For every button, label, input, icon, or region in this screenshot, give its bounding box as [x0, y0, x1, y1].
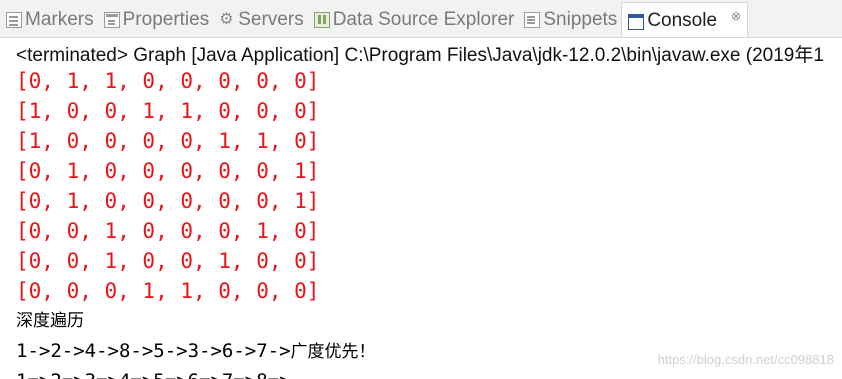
tab-console-label: Console — [647, 10, 718, 31]
tab-markers[interactable]: Markers — [0, 2, 98, 37]
tab-console[interactable]: Console ⊗ — [621, 2, 749, 37]
markers-icon — [6, 12, 22, 28]
matrix-row: [0, 0, 0, 1, 1, 0, 0, 0] — [16, 279, 320, 303]
view-tab-bar: Markers Properties Servers Data Source E… — [0, 0, 842, 38]
console-output[interactable]: [0, 1, 1, 0, 0, 0, 0, 0] [1, 0, 0, 1, 1,… — [16, 66, 836, 379]
dfs-heading: 深度遍历 — [16, 311, 84, 331]
matrix-row: [1, 0, 0, 1, 1, 0, 0, 0] — [16, 99, 320, 123]
close-icon[interactable]: ⊗ — [731, 9, 741, 23]
tab-snippets[interactable]: Snippets — [518, 2, 621, 37]
watermark: https://blog.csdn.net/cc098818 — [657, 352, 834, 367]
data-source-explorer-icon — [313, 12, 330, 28]
tab-data-source-explorer-label: Data Source Explorer — [332, 9, 515, 30]
console-icon — [628, 14, 645, 30]
console-status-line: <terminated> Graph [Java Application] C:… — [16, 45, 824, 66]
bfs-path: 1=>2=>3=>4=>5=>6=>7=>8=> — [16, 366, 836, 379]
matrix-row: [0, 1, 0, 0, 0, 0, 0, 1] — [16, 189, 320, 213]
tab-snippets-label: Snippets — [543, 9, 618, 30]
matrix-row: [0, 0, 1, 0, 0, 1, 0, 0] — [16, 249, 320, 273]
servers-icon — [219, 9, 235, 29]
tab-servers-label: Servers — [238, 9, 304, 30]
properties-icon — [103, 12, 120, 28]
dfs-path: 1->2->4->8->5->3->6->7-> — [16, 340, 291, 362]
tab-properties-label: Properties — [122, 9, 210, 30]
tab-servers[interactable]: Servers — [213, 2, 307, 37]
matrix-row: [0, 0, 1, 0, 0, 0, 1, 0] — [16, 219, 320, 243]
tab-markers-label: Markers — [25, 9, 94, 30]
snippets-icon — [524, 12, 541, 28]
matrix-row: [1, 0, 0, 0, 0, 1, 1, 0] — [16, 129, 320, 153]
matrix-row: [0, 1, 0, 0, 0, 0, 0, 1] — [16, 159, 320, 183]
matrix-row: [0, 1, 1, 0, 0, 0, 0, 0] — [16, 69, 320, 93]
tab-properties[interactable]: Properties — [98, 2, 214, 37]
bfs-heading: 广度优先！ — [290, 342, 376, 362]
tab-data-source-explorer[interactable]: Data Source Explorer — [308, 2, 519, 37]
